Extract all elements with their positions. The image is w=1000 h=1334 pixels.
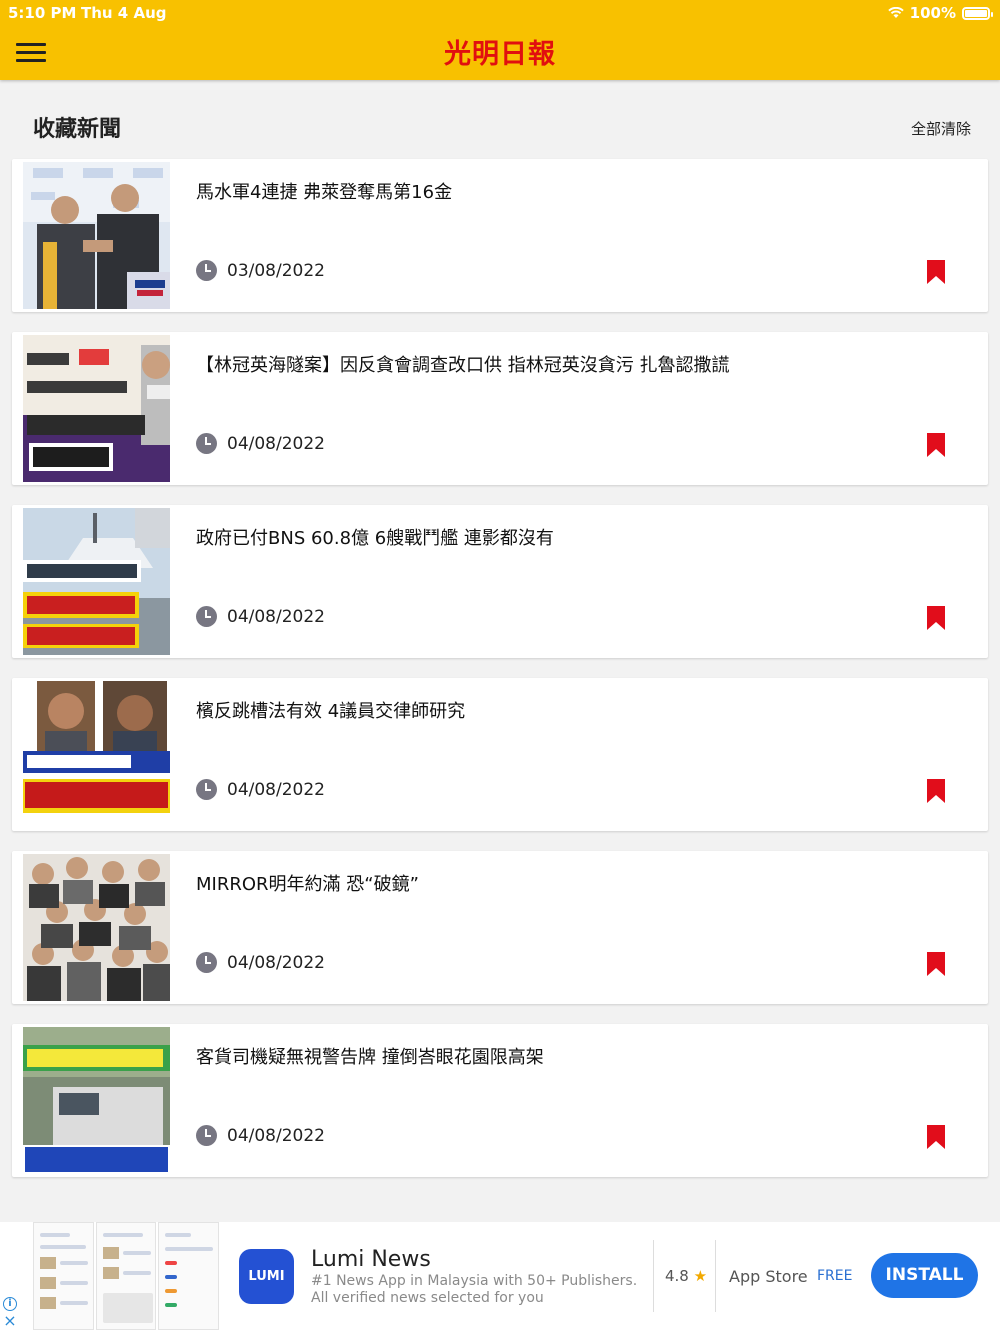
news-card[interactable]: 馬水軍4連捷 弗萊登奪馬第16金 03/08/2022 [12, 159, 988, 312]
clock-icon [196, 952, 217, 973]
news-meta: 03/08/2022 [196, 260, 325, 281]
lumi-app-icon[interactable]: LUMI [239, 1249, 294, 1304]
news-date: 03/08/2022 [227, 260, 325, 281]
page-title: 收藏新聞 [33, 117, 122, 142]
news-card[interactable]: 客貨司機疑無視警告牌 撞倒峇眼花園限高架 04/08/2022 [12, 1024, 988, 1177]
bookmark-icon[interactable] [927, 1125, 945, 1149]
clock-icon [196, 1125, 217, 1146]
battery-icon [962, 6, 993, 20]
ad-screenshots[interactable] [33, 1222, 220, 1330]
clock-icon [196, 433, 217, 454]
news-thumbnail[interactable] [23, 508, 170, 655]
clock-icon [196, 779, 217, 800]
clock-icon [196, 260, 217, 281]
news-thumbnail[interactable] [23, 1027, 170, 1174]
ad-screenshot [158, 1222, 220, 1330]
news-thumbnail[interactable] [23, 854, 170, 1001]
news-card[interactable]: MIRROR明年約滿 恐“破鏡” 04/08/2022 [12, 851, 988, 1004]
news-card[interactable]: 檳反跳槽法有效 4議員交律師研究 04/08/2022 [12, 678, 988, 831]
status-time: 5:10 PM [8, 4, 77, 22]
news-date: 04/08/2022 [227, 1125, 325, 1146]
app-logo: 光明日報 [444, 39, 556, 70]
news-date: 04/08/2022 [227, 433, 325, 454]
status-date: Thu 4 Aug [81, 4, 167, 22]
bookmark-icon[interactable] [927, 433, 945, 457]
news-meta: 04/08/2022 [196, 433, 325, 454]
news-title[interactable]: 客貨司機疑無視警告牌 撞倒峇眼花園限高架 [196, 1043, 544, 1069]
news-title[interactable]: MIRROR明年約滿 恐“破鏡” [196, 870, 419, 896]
clock-icon [196, 606, 217, 627]
news-card[interactable]: 政府已付BNS 60.8億 6艘戰鬥艦 連影都沒有 04/08/2022 [12, 505, 988, 658]
ad-store-label: App Store [729, 1267, 808, 1286]
news-title[interactable]: 馬水軍4連捷 弗萊登奪馬第16金 [196, 178, 452, 204]
battery-percent: 100% [909, 4, 956, 22]
bookmark-icon[interactable] [927, 779, 945, 803]
news-thumbnail[interactable] [23, 681, 170, 828]
wifi-icon [887, 7, 904, 18]
news-title[interactable]: 政府已付BNS 60.8億 6艘戰鬥艦 連影都沒有 [196, 524, 554, 550]
clear-all-button[interactable]: 全部清除 [911, 118, 971, 139]
news-date: 04/08/2022 [227, 779, 325, 800]
news-thumbnail[interactable] [23, 335, 170, 482]
bookmark-icon[interactable] [927, 606, 945, 630]
rating-value: 4.8 [665, 1267, 689, 1285]
ad-price: FREE [817, 1268, 853, 1284]
news-title[interactable]: 檳反跳槽法有效 4議員交律師研究 [196, 697, 465, 723]
ad-screenshot [33, 1222, 94, 1330]
ad-rating: 4.8 ★ [665, 1267, 707, 1285]
news-meta: 04/08/2022 [196, 952, 325, 973]
app-header: 5:10 PM Thu 4 Aug 100% 光明日報 [0, 0, 1000, 80]
divider [653, 1240, 654, 1312]
install-button[interactable]: INSTALL [871, 1253, 978, 1298]
news-meta: 04/08/2022 [196, 1125, 325, 1146]
bookmark-icon[interactable] [927, 952, 945, 976]
ad-info-icon[interactable]: i [3, 1297, 17, 1311]
ad-banner[interactable]: i × LUMI Lumi News #1 News App in Malays… [0, 1222, 1000, 1334]
status-right: 100% [887, 4, 993, 22]
ad-title[interactable]: Lumi News [311, 1247, 431, 1272]
news-thumbnail[interactable] [23, 162, 170, 309]
news-date: 04/08/2022 [227, 606, 325, 627]
ad-close-icon[interactable]: × [3, 1313, 17, 1329]
bookmark-icon[interactable] [927, 260, 945, 284]
news-date: 04/08/2022 [227, 952, 325, 973]
news-meta: 04/08/2022 [196, 779, 325, 800]
divider [715, 1240, 716, 1312]
news-meta: 04/08/2022 [196, 606, 325, 627]
ad-description: #1 News App in Malaysia with 50+ Publish… [311, 1273, 638, 1306]
status-bar: 5:10 PM Thu 4 Aug 100% [0, 0, 1000, 26]
news-title[interactable]: 【林冠英海隧案】因反貪會調查改口供 指林冠英沒貪污 扎魯認撒謊 [196, 351, 729, 377]
ad-screenshot [95, 1222, 157, 1330]
news-card[interactable]: 【林冠英海隧案】因反貪會調查改口供 指林冠英沒貪污 扎魯認撒謊 04/08/20… [12, 332, 988, 485]
star-icon: ★ [693, 1267, 708, 1285]
